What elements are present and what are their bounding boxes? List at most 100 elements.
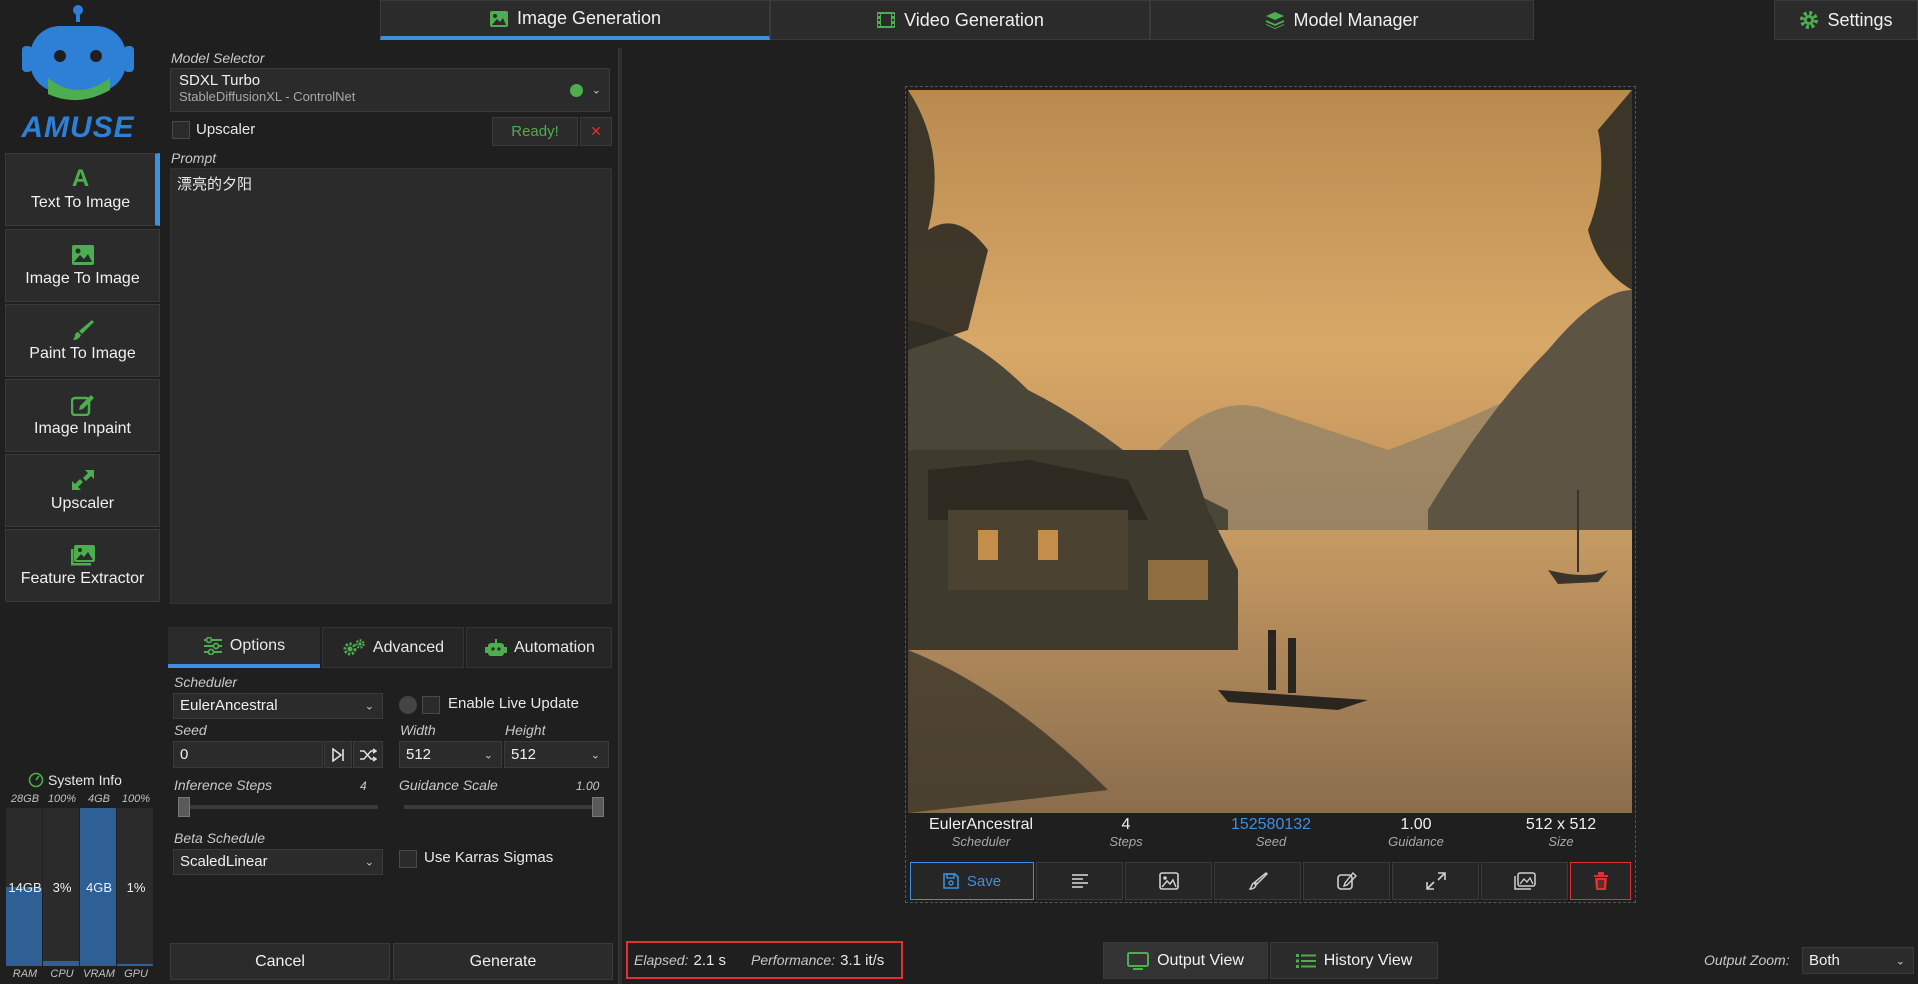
scheduler-select[interactable]: EulerAncestral ⌄ (173, 693, 383, 719)
panel-splitter[interactable] (618, 48, 622, 984)
gauge-icon (28, 772, 44, 788)
width-select[interactable]: 512 ⌄ (399, 741, 502, 768)
live-update-checkbox[interactable] (422, 696, 440, 714)
cancel-button[interactable]: Cancel (170, 943, 390, 980)
tab-model-manager[interactable]: Model Manager (1150, 0, 1534, 40)
upscaler-label: Upscaler (196, 121, 256, 138)
live-update-indicator (399, 696, 417, 714)
steps-label: Inference Steps (174, 777, 273, 793)
tab-video-generation[interactable]: Video Generation (770, 0, 1150, 40)
save-icon (943, 873, 959, 889)
stat-scheduler: EulerAncestral Scheduler (911, 816, 1051, 849)
model-name: SDXL Turbo (179, 72, 261, 89)
meter-capacity: 100% (121, 793, 151, 805)
stat-guidance: 1.00 Guidance (1346, 816, 1486, 849)
seed-random-button[interactable] (353, 741, 383, 768)
height-value: 512 (511, 746, 537, 763)
tab-automation[interactable]: Automation (466, 627, 612, 668)
tab-label: Advanced (372, 638, 445, 656)
meter-capacity: 100% (47, 793, 77, 805)
generated-image (908, 90, 1632, 813)
sidebar-item-image-to-image[interactable]: Image To Image (5, 229, 160, 302)
settings-button[interactable]: Settings (1774, 0, 1918, 40)
details-button[interactable] (1036, 862, 1123, 900)
seed-input[interactable]: 0 (173, 741, 323, 768)
beta-schedule-label: Beta Schedule (174, 830, 266, 846)
tab-label: Image Generation (516, 8, 662, 28)
feature-extract-button[interactable] (1481, 862, 1568, 900)
gear-icon (1800, 11, 1819, 29)
seed-value: 0 (180, 746, 189, 763)
live-update-label: Enable Live Update (448, 695, 579, 712)
karras-checkbox[interactable] (399, 850, 417, 868)
sidebar-item-label: Image Inpaint (34, 419, 131, 437)
prompt-label: Prompt (171, 150, 217, 166)
image-icon (489, 10, 508, 27)
output-view-button[interactable]: Output View (1103, 942, 1268, 979)
stat-value[interactable]: 152580132 (1201, 816, 1341, 834)
expand-icon (71, 469, 94, 490)
upscaler-checkbox[interactable] (172, 121, 190, 139)
output-zoom-label: Output Zoom: (1704, 952, 1790, 968)
tab-options[interactable]: Options (168, 627, 320, 668)
prompt-textarea[interactable]: 漂亮的夕阳 (170, 168, 612, 604)
sliders-icon (203, 636, 222, 655)
system-info-title: System Info (28, 772, 122, 788)
paint-button[interactable] (1214, 862, 1301, 900)
model-selector-dropdown[interactable]: SDXL Turbo StableDiffusionXL - ControlNe… (170, 68, 610, 112)
save-button[interactable]: Save (910, 862, 1034, 900)
sidebar-item-image-inpaint[interactable]: Image Inpaint (5, 379, 160, 452)
history-view-button[interactable]: History View (1270, 942, 1438, 979)
height-label: Height (505, 722, 546, 738)
gallery-icon (70, 544, 95, 565)
chevron-down-icon: ⌄ (364, 700, 374, 713)
generate-button[interactable]: Generate (393, 943, 613, 980)
performance-value: 3.1 it/s (840, 951, 885, 969)
usage-meter-fill (117, 963, 153, 966)
karras-label: Use Karras Sigmas (424, 849, 554, 866)
stat-label: Seed (1255, 834, 1287, 849)
image-to-image-button[interactable] (1125, 862, 1212, 900)
inpaint-button[interactable] (1303, 862, 1390, 900)
height-select[interactable]: 512 ⌄ (504, 741, 609, 768)
upscale-button[interactable] (1392, 862, 1479, 900)
stat-seed[interactable]: 152580132 Seed (1201, 816, 1341, 849)
scheduler-label: Scheduler (174, 674, 238, 690)
close-icon[interactable]: ✕ (580, 117, 612, 146)
guidance-slider[interactable] (404, 797, 604, 817)
scheduler-value: EulerAncestral (180, 697, 278, 714)
meter-usage: 3% (52, 880, 72, 895)
system-info-label: System Info (48, 772, 122, 788)
usage-meter-fill (6, 887, 42, 966)
tab-advanced[interactable]: Advanced (322, 627, 464, 668)
beta-schedule-select[interactable]: ScaledLinear ⌄ (173, 849, 383, 875)
edit-icon (70, 394, 94, 416)
stat-steps: 4 Steps (1056, 816, 1196, 849)
stat-label: Scheduler (951, 834, 1011, 849)
steps-slider[interactable] (178, 797, 378, 817)
stat-size: 512 x 512 Size (1491, 816, 1631, 849)
output-zoom-select[interactable]: Both ⌄ (1802, 947, 1914, 974)
slider-thumb[interactable] (592, 797, 604, 817)
performance-status: Elapsed: 2.1 s Performance: 3.1 it/s (626, 941, 903, 979)
prompt-text: 漂亮的夕阳 (177, 175, 253, 193)
sunset-landscape-image (908, 90, 1632, 813)
beta-schedule-value: ScaledLinear (180, 853, 268, 870)
delete-button[interactable] (1570, 862, 1631, 900)
stat-value: 4 (1121, 816, 1131, 833)
sidebar-item-paint-to-image[interactable]: Paint To Image (5, 304, 160, 377)
meter-capacity: 4GB (87, 793, 110, 805)
meter-label: VRAM (83, 968, 115, 980)
slider-thumb[interactable] (178, 797, 190, 817)
seed-step-button[interactable] (324, 741, 352, 768)
meter-label: RAM (12, 968, 38, 980)
sidebar-item-label: Image To Image (25, 269, 140, 287)
text-a-icon: A (71, 164, 90, 192)
film-icon (877, 12, 896, 28)
sidebar-item-text-to-image[interactable]: A Text To Image (5, 153, 160, 226)
app-logo: AMUSE (18, 4, 138, 144)
meter-label: GPU (124, 968, 148, 980)
tab-image-generation[interactable]: Image Generation (380, 0, 770, 40)
sidebar-item-feature-extractor[interactable]: Feature Extractor (5, 529, 160, 602)
sidebar-item-upscaler[interactable]: Upscaler (5, 454, 160, 527)
